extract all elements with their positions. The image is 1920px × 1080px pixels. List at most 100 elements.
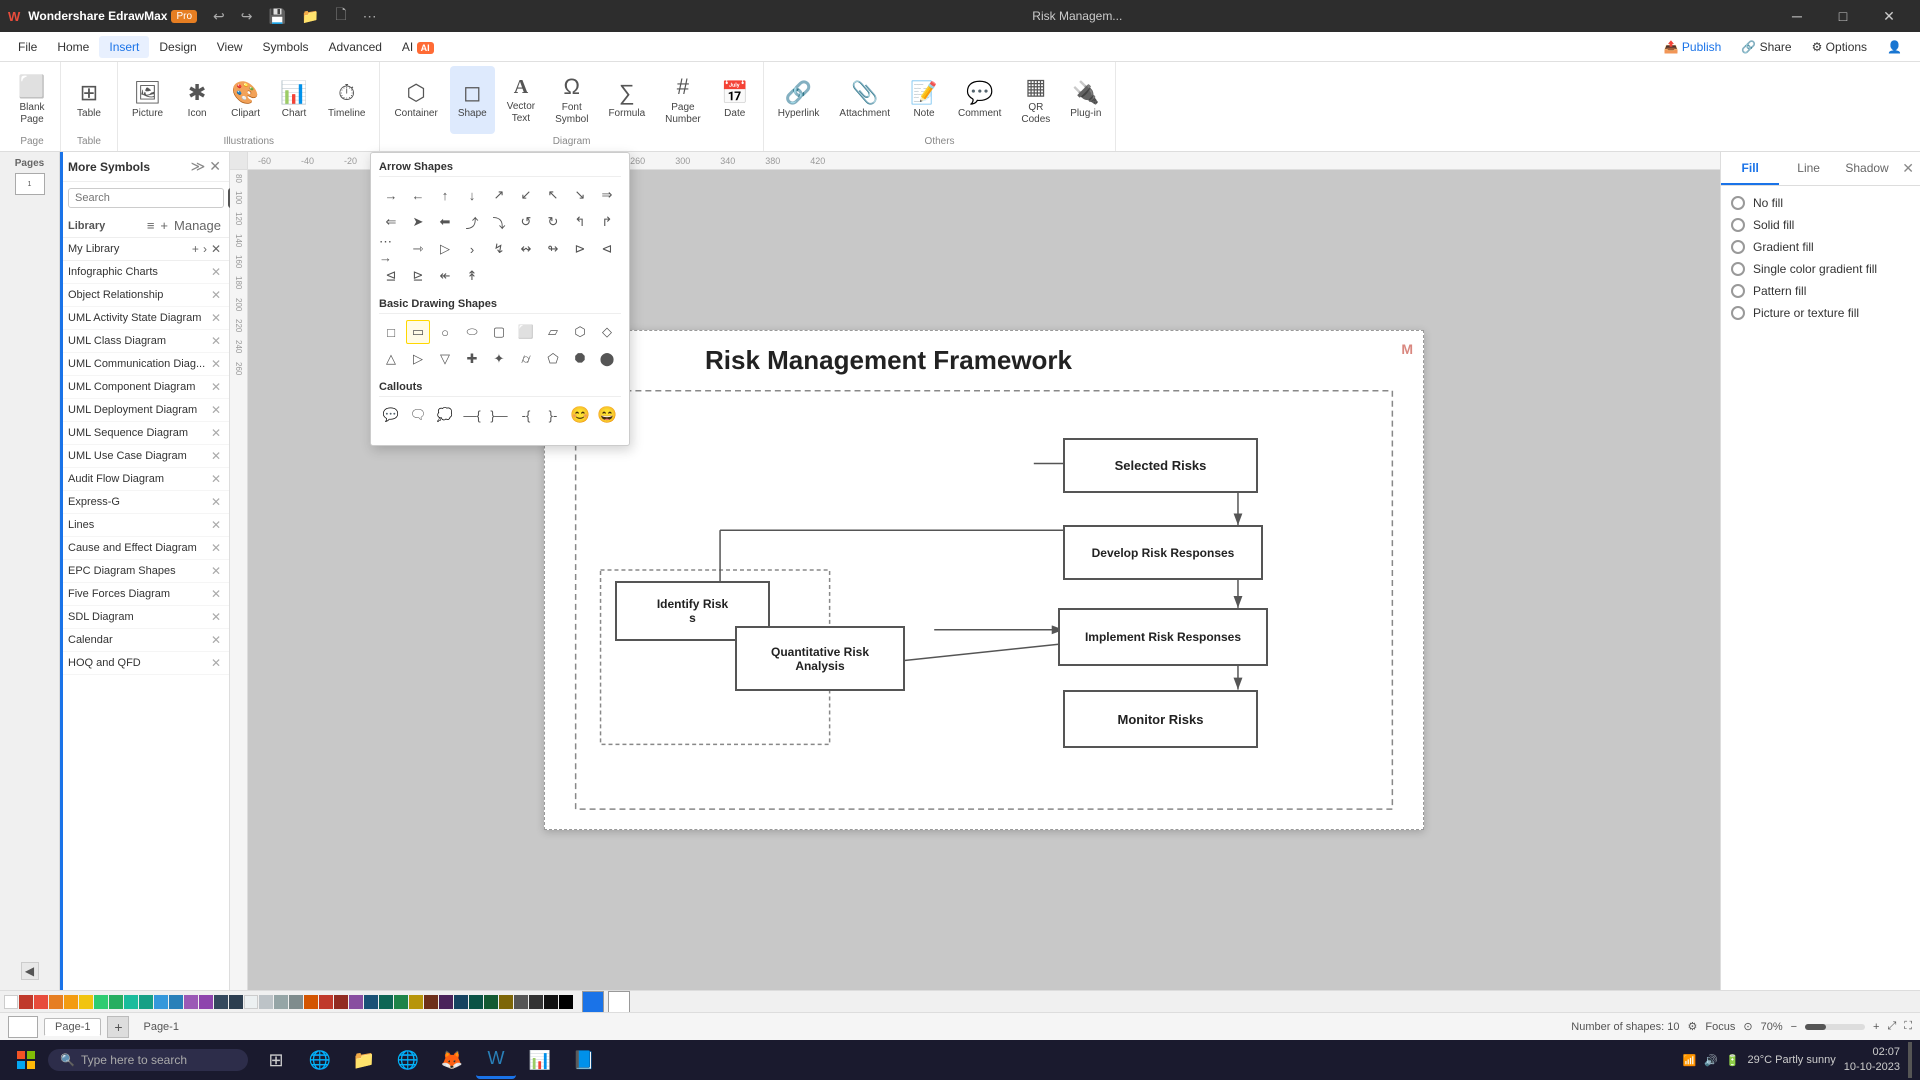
library-add-icon[interactable]: + (160, 218, 168, 233)
swatch-extra7[interactable] (394, 995, 408, 1009)
menu-symbols[interactable]: Symbols (253, 36, 319, 58)
page-number-button[interactable]: # PageNumber (657, 66, 709, 134)
arrow-right[interactable]: → (379, 183, 403, 207)
my-library-close-icon[interactable]: ✕ (211, 242, 221, 256)
close-uml-class-icon[interactable]: ✕ (211, 334, 221, 348)
swatch-extra12[interactable] (469, 995, 483, 1009)
develop-risk-responses-box[interactable]: Develop Risk Responses (1063, 525, 1263, 580)
zigzag-arrow[interactable]: ↭ (514, 237, 538, 261)
fill-option-gradient[interactable]: Gradient fill (1731, 240, 1910, 254)
close-express-icon[interactable]: ✕ (211, 495, 221, 509)
taskbar-edge2[interactable]: 📘 (564, 1041, 604, 1079)
page-1-label[interactable]: Page-1 (135, 1021, 178, 1033)
arrow-left[interactable]: ← (406, 183, 430, 207)
swatch-red1[interactable] (19, 995, 33, 1009)
taskbar-clock[interactable]: 02:07 10-10-2023 (1844, 1045, 1900, 1076)
callout-smile[interactable]: 😄 (595, 403, 619, 427)
icon-button[interactable]: ✱ Icon (175, 66, 219, 134)
swatch-red2[interactable] (34, 995, 48, 1009)
swatch-darkblue2[interactable] (229, 995, 243, 1009)
callout-line1[interactable]: —{ (460, 403, 484, 427)
taskbar-edge[interactable]: 🌐 (300, 1041, 340, 1079)
arrow-s3[interactable]: ⊴ (379, 264, 403, 288)
arrow-loop[interactable]: ↬ (541, 237, 565, 261)
curved-arrow-right[interactable]: ⤴ (460, 210, 484, 234)
comment-button[interactable]: 💬 Comment (950, 66, 1009, 134)
wave-arrow[interactable]: ↯ (487, 237, 511, 261)
monitor-risks-box[interactable]: Monitor Risks (1063, 690, 1258, 748)
cylinder-shape[interactable]: ⌭ (514, 347, 538, 371)
swatch-extra3[interactable] (334, 995, 348, 1009)
small-arrow-r[interactable]: › (460, 237, 484, 261)
arrow-s4[interactable]: ⊵ (406, 264, 430, 288)
close-uml-comm-icon[interactable]: ✕ (211, 357, 221, 371)
arrow-s1[interactable]: ⊳ (568, 237, 592, 261)
close-uml-usecase-icon[interactable]: ✕ (211, 449, 221, 463)
menu-view[interactable]: View (207, 36, 253, 58)
bent-arrow1[interactable]: ↰ (568, 210, 592, 234)
fat-arrow-left[interactable]: ⬅ (433, 210, 457, 234)
folder-icon[interactable]: 📁 (298, 6, 323, 27)
close-lines-icon[interactable]: ✕ (211, 518, 221, 532)
fill-option-no-fill[interactable]: No fill (1731, 196, 1910, 210)
tab-line[interactable]: Line (1779, 153, 1837, 185)
callout-happy[interactable]: 😊 (568, 403, 592, 427)
sidebar-item-uml-comm[interactable]: UML Communication Diag... ✕ (60, 353, 229, 376)
callout-dash2[interactable]: }- (541, 403, 565, 427)
swatch-extra6[interactable] (379, 995, 393, 1009)
close-object-icon[interactable]: ✕ (211, 288, 221, 302)
swatch-extra1[interactable] (304, 995, 318, 1009)
dotted-arrow[interactable]: ⋯→ (379, 237, 403, 261)
swatch-orange2[interactable] (64, 995, 78, 1009)
swatch-gray2[interactable] (289, 995, 303, 1009)
tab-shadow[interactable]: Shadow (1838, 153, 1896, 185)
swatch-darkgray2[interactable] (529, 995, 543, 1009)
bent-arrow2[interactable]: ↱ (595, 210, 619, 234)
arrow-down[interactable]: ↓ (460, 183, 484, 207)
swatch-gray1[interactable] (274, 995, 288, 1009)
callout-thought[interactable]: 💭 (433, 403, 457, 427)
clipart-button[interactable]: 🎨 Clipart (223, 66, 268, 134)
swatch-extra4[interactable] (349, 995, 363, 1009)
my-library-item[interactable]: My Library + › ✕ (60, 238, 229, 261)
zoom-out-icon[interactable]: − (1791, 1021, 1797, 1033)
pattern-fill-radio[interactable] (1731, 284, 1745, 298)
taskbar-chrome[interactable]: 🌐 (388, 1041, 428, 1079)
callout-dash1[interactable]: -{ (514, 403, 538, 427)
attachment-button[interactable]: 📎 Attachment (831, 66, 898, 134)
swatch-green2[interactable] (109, 995, 123, 1009)
gradient-fill-radio[interactable] (1731, 240, 1745, 254)
arrow-se[interactable]: ↘ (568, 183, 592, 207)
swatch-darkgray3[interactable] (544, 995, 558, 1009)
menu-advanced[interactable]: Advanced (319, 36, 392, 58)
double-arrow-right[interactable]: ⇒ (595, 183, 619, 207)
user-avatar[interactable]: 👤 (1877, 36, 1912, 58)
swatch-yellow[interactable] (79, 995, 93, 1009)
table-button[interactable]: ⊞ Table (67, 66, 111, 134)
sidebar-expand-icon[interactable]: ≫ (191, 158, 206, 175)
swatch-blue1[interactable] (154, 995, 168, 1009)
close-cause-icon[interactable]: ✕ (211, 541, 221, 555)
triangle-up-shape[interactable]: △ (379, 347, 403, 371)
arrow-sw[interactable]: ↙ (514, 183, 538, 207)
zoom-slider[interactable] (1805, 1024, 1865, 1030)
curved-arrow-down[interactable]: ⤵ (487, 210, 511, 234)
add-page-button[interactable]: + (107, 1016, 129, 1038)
swatch-lightgray2[interactable] (259, 995, 273, 1009)
formula-button[interactable]: ∑ Formula (600, 66, 653, 134)
circular-arrow-cw[interactable]: ↺ (514, 210, 538, 234)
star-shape[interactable]: ✦ (487, 347, 511, 371)
square-shape[interactable]: □ (379, 320, 403, 344)
wide-rect-shape[interactable]: ⬜ (514, 320, 538, 344)
arrow-nw[interactable]: ↖ (541, 183, 565, 207)
vector-text-button[interactable]: A VectorText (499, 66, 543, 134)
hexagon-shape[interactable]: ⬡ (568, 320, 592, 344)
swatch-darkgray1[interactable] (514, 995, 528, 1009)
rectangle-shape[interactable]: ▭ Rectangle (406, 320, 430, 344)
font-symbol-button[interactable]: Ω FontSymbol (547, 66, 596, 134)
swatch-extra11[interactable] (454, 995, 468, 1009)
page-thumbnail-1[interactable]: 1 (15, 173, 45, 195)
fullscreen-icon[interactable]: ⛶ (1904, 1020, 1912, 1033)
chart-button[interactable]: 📊 Chart (272, 66, 316, 134)
circle-shape[interactable]: ○ (433, 320, 457, 344)
